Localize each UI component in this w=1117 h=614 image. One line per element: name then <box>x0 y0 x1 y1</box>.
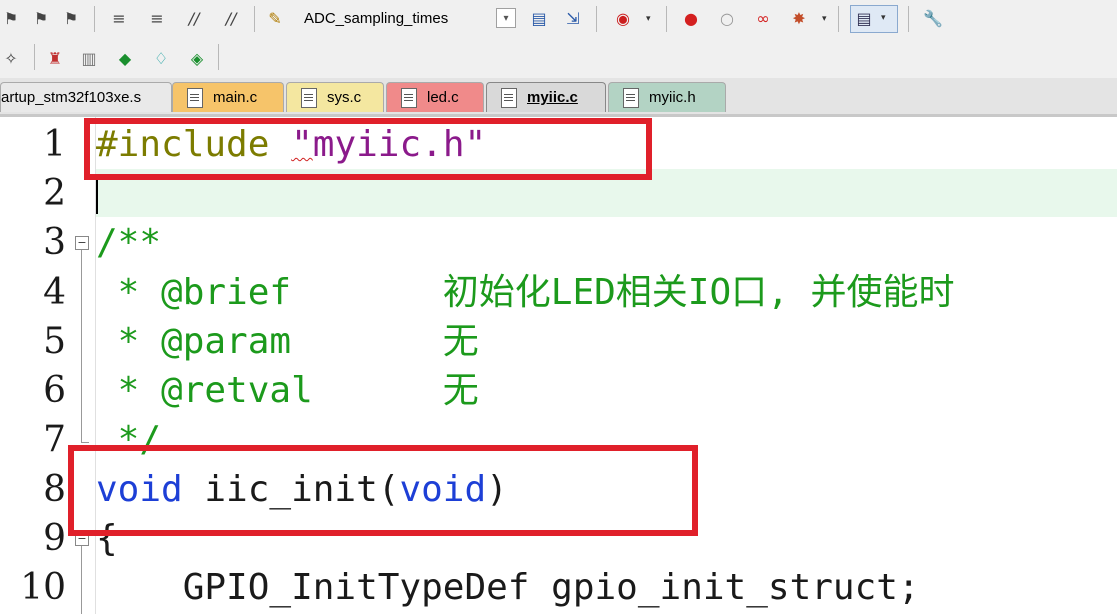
code-text[interactable]: * @brief 初始化LED相关IO口, 并使能时 <box>96 268 955 317</box>
file-icon <box>301 87 317 108</box>
line-number: 2 <box>43 173 66 214</box>
file-icon <box>401 87 417 108</box>
tab-myiic-c[interactable]: myiic.c <box>486 82 606 112</box>
breakpoint-insert-icon[interactable]: ● <box>680 7 702 29</box>
magic-wand-icon[interactable]: ✧ <box>0 47 22 69</box>
line-number: 8 <box>43 469 66 510</box>
fold-guide <box>81 546 82 614</box>
bookmark-prev-icon[interactable]: ⚑ <box>0 7 22 29</box>
toolbar-secondary: ✧ ♜ ▥ ◆ ♢ ◈ <box>0 38 1117 79</box>
tab-label: myiic.c <box>527 89 578 106</box>
tab-label: led.c <box>427 89 459 106</box>
build-icon[interactable]: ▤ <box>528 7 550 29</box>
tab-label: myiic.h <box>649 89 696 106</box>
debug-dropdown-icon[interactable]: ▾ <box>646 14 651 24</box>
breakpoint-disable-icon[interactable]: ○ <box>716 7 738 29</box>
code-line-10: 10 GPIO_InitTypeDef gpio_init_struct; <box>0 563 1117 612</box>
tab-label: sys.c <box>327 89 362 106</box>
toolbar-separator <box>596 6 597 32</box>
indent-icon[interactable]: ≡ <box>108 7 130 29</box>
configure-icon[interactable]: 🔧 <box>922 7 944 29</box>
code-text[interactable]: * @retval 无 <box>96 366 479 415</box>
file-icon <box>623 87 639 108</box>
manage-project-icon[interactable]: ♜ <box>44 47 66 69</box>
pack-installer-icon[interactable]: ♢ <box>150 47 172 69</box>
text-cursor <box>96 174 98 214</box>
line-number: 6 <box>43 370 66 411</box>
toolbar-separator <box>94 6 95 32</box>
highlight-box-function <box>68 445 698 536</box>
comment-icon[interactable]: // <box>183 7 205 29</box>
code-line-3: 3 /** <box>0 218 1117 267</box>
fold-toggle-icon[interactable]: − <box>75 236 89 250</box>
toolbar-separator <box>908 6 909 32</box>
line-number: 5 <box>43 321 66 362</box>
tab-startup-file[interactable]: artup_stm32f103xe.s <box>0 82 172 112</box>
toolbar-separator <box>666 6 667 32</box>
toolbar-separator <box>34 44 35 70</box>
bookmark-clear-icon[interactable]: ⚑ <box>60 7 82 29</box>
tab-sys-c[interactable]: sys.c <box>286 82 384 112</box>
target-config-value: ADC_sampling_times <box>304 9 449 27</box>
toolbar-separator <box>218 44 219 70</box>
tab-label: main.c <box>213 89 258 106</box>
unindent-icon[interactable]: ≡ <box>146 7 168 29</box>
bookmark-next-icon[interactable]: ⚑ <box>30 7 52 29</box>
debug-session-icon[interactable]: ◉ <box>612 7 634 29</box>
tab-label: artup_stm32f103xe.s <box>1 89 142 106</box>
books-icon[interactable]: ▥ <box>78 47 100 69</box>
tab-led-c[interactable]: led.c <box>386 82 484 112</box>
code-line-6: 6 * @retval 无 <box>0 366 1117 415</box>
combo-dropdown-icon[interactable]: ▾ <box>496 8 516 28</box>
line-number: 10 <box>20 567 66 608</box>
toolbar-main: ⚑ ⚑ ⚑ ≡ ≡ // // ✎ ADC_sampling_times ▾ ▤… <box>0 0 1117 39</box>
packs-icon[interactable]: ◆ <box>114 47 136 69</box>
breakpoint-dropdown-icon[interactable]: ▾ <box>822 14 827 24</box>
file-icon <box>501 87 517 108</box>
code-text[interactable]: * @param 无 <box>96 317 479 366</box>
window-layout-icon: ▤ <box>856 8 872 28</box>
window-layout-button[interactable]: ▤ ▾ <box>850 5 898 33</box>
line-number: 7 <box>43 419 66 460</box>
line-number: 1 <box>43 124 66 165</box>
target-config-combo[interactable]: ADC_sampling_times ▾ <box>296 6 522 30</box>
editor-tab-bar: artup_stm32f103xe.s main.c sys.c led.c m… <box>0 78 1117 117</box>
code-line-5: 5 * @param 无 <box>0 317 1117 366</box>
fold-guide-end <box>81 442 89 443</box>
line-number: 3 <box>43 222 66 263</box>
breakpoint-kill-icon[interactable]: ✸ <box>788 7 810 29</box>
line-number: 9 <box>43 518 66 559</box>
code-line-4: 4 * @brief 初始化LED相关IO口, 并使能时 <box>0 268 1117 317</box>
file-icon <box>187 87 203 108</box>
code-text[interactable]: GPIO_InitTypeDef gpio_init_struct; <box>96 563 920 612</box>
tab-myiic-h[interactable]: myiic.h <box>608 82 726 112</box>
highlight-box-include <box>84 118 652 180</box>
code-text[interactable]: /** <box>96 218 161 267</box>
window-layout-dropdown-icon[interactable]: ▾ <box>881 13 886 23</box>
toolbar-separator <box>254 6 255 32</box>
fold-guide <box>81 250 82 443</box>
tab-main-c[interactable]: main.c <box>172 82 284 112</box>
toolbar-separator <box>838 6 839 32</box>
uncomment-icon[interactable]: // <box>220 7 242 29</box>
target-options-icon[interactable]: ✎ <box>264 7 286 29</box>
breakpoint-clear-icon[interactable]: ∞ <box>752 7 774 29</box>
download-icon[interactable]: ⇲ <box>562 7 584 29</box>
line-number: 4 <box>43 272 66 313</box>
rte-icon[interactable]: ◈ <box>186 47 208 69</box>
